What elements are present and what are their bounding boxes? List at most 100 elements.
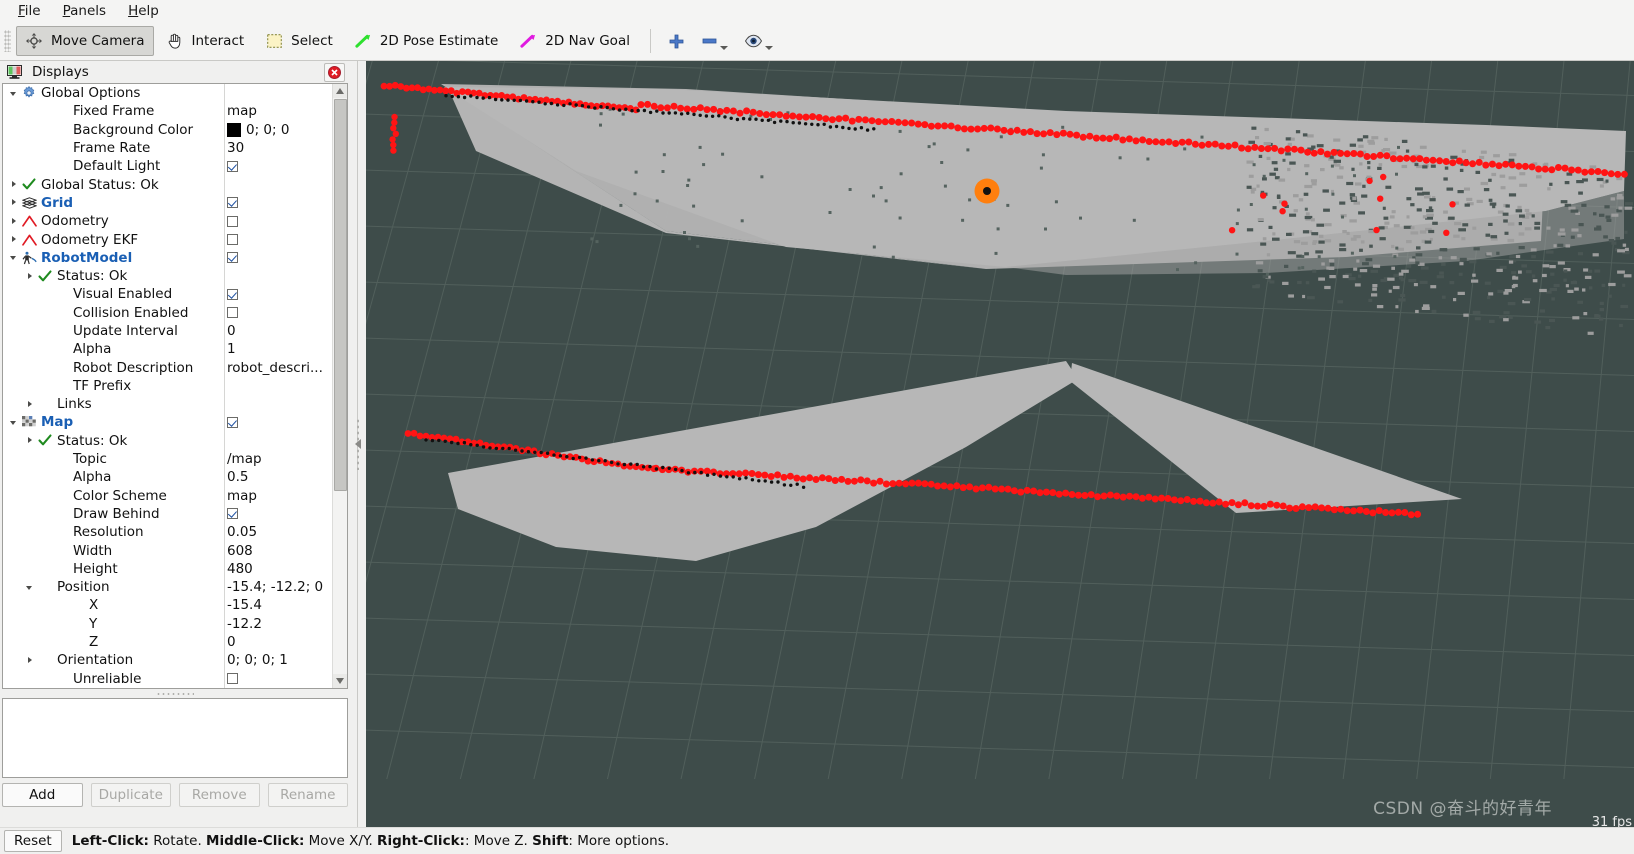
displays-tree[interactable]: Global Options Fixed Frame map Background C… (2, 83, 348, 689)
checkbox-robotmodel[interactable] (227, 252, 238, 264)
tree-row-value[interactable] (227, 197, 238, 209)
tree-row-value[interactable]: 0.5 (227, 469, 248, 485)
displays-tree-rows[interactable]: Global Options Fixed Frame map Background C… (3, 84, 333, 688)
tree-row-visual-enabled[interactable]: Visual Enabled (3, 285, 333, 303)
tree-row-alpha[interactable]: Alpha 1 (3, 340, 333, 358)
menu-item-panels[interactable]: Panels (53, 1, 116, 21)
tree-expander-open-icon[interactable] (25, 582, 36, 593)
tree-row-global-options[interactable]: Global Options (3, 84, 333, 102)
tree-row-links[interactable]: Links (3, 395, 333, 413)
displays-tree-scrollbar[interactable] (332, 84, 347, 688)
tree-row-fixed-frame[interactable]: Fixed Frame map (3, 102, 333, 120)
tree-row-orientation[interactable]: Orientation 0; 0; 0; 1 (3, 651, 333, 669)
tree-row-value[interactable]: /map (227, 451, 262, 467)
tree-expander-closed-icon[interactable] (9, 234, 20, 245)
tree-expander-closed-icon[interactable] (25, 435, 36, 446)
scrollbar-thumb[interactable] (334, 99, 347, 491)
color-swatch[interactable] (227, 122, 241, 137)
tree-row-background-color[interactable]: Background Color 0; 0; 0 (3, 121, 333, 139)
tree-expander-closed-icon[interactable] (9, 197, 20, 208)
tree-row-value[interactable]: 0 (227, 323, 236, 339)
checkbox-collision-enabled[interactable] (227, 307, 238, 319)
tool-interact[interactable]: Interact (156, 26, 254, 56)
tool-2d-nav-goal[interactable]: 2D Nav Goal (510, 26, 640, 56)
checkbox-draw-behind[interactable] (227, 508, 238, 520)
tree-row-value[interactable]: -12.2 (227, 616, 262, 632)
scroll-down-button[interactable] (333, 674, 347, 688)
tree-expander-closed-icon[interactable] (25, 399, 36, 410)
tree-row-value[interactable]: -15.4; -12.2; 0 (227, 579, 323, 595)
tree-expander-open-icon[interactable] (9, 417, 20, 428)
tree-row-topic[interactable]: Topic/map (3, 450, 333, 468)
tree-row-value[interactable] (227, 673, 238, 685)
tool-select[interactable]: Select (256, 26, 343, 56)
tree-expander-open-icon[interactable] (9, 88, 20, 99)
tree-row-value[interactable]: 608 (227, 543, 253, 559)
tree-row-value[interactable]: 0; 0; 0; 1 (227, 652, 288, 668)
tree-row-frame-rate[interactable]: Frame Rate 30 (3, 139, 333, 157)
tree-row-status-ok[interactable]: Status: Ok (3, 432, 333, 450)
tree-row-value[interactable] (227, 288, 238, 300)
tree-row-x[interactable]: X -15.4 (3, 596, 333, 614)
tree-row-color-scheme[interactable]: Color Scheme map (3, 487, 333, 505)
tree-row-value[interactable] (227, 416, 238, 428)
tree-row-z[interactable]: Z0 (3, 633, 333, 651)
tree-row-value[interactable]: 0.05 (227, 524, 257, 540)
tree-row-unreliable[interactable]: Unreliable (3, 670, 333, 688)
tool-move-camera[interactable]: Move Camera (16, 26, 155, 56)
add-tool-button[interactable] (661, 26, 692, 56)
tree-row-map[interactable]: Map (3, 413, 333, 431)
tool-visibility-button[interactable] (737, 26, 780, 56)
tree-row-position[interactable]: Position -15.4; -12.2; 0 (3, 578, 333, 596)
tree-row-value[interactable] (227, 508, 238, 520)
tree-row-value[interactable] (227, 307, 238, 319)
tree-row-draw-behind[interactable]: Draw Behind (3, 505, 333, 523)
tree-row-value[interactable]: 0 (227, 634, 236, 650)
tree-row-alpha[interactable]: Alpha 0.5 (3, 468, 333, 486)
menu-item-file[interactable]: File (8, 1, 51, 21)
add-button[interactable]: Add (2, 783, 83, 807)
tree-row-value[interactable]: 1 (227, 341, 236, 357)
checkbox-grid[interactable] (227, 197, 238, 209)
tree-row-default-light[interactable]: Default Light (3, 157, 333, 175)
tree-row-value[interactable] (227, 234, 238, 246)
checkbox-odometry[interactable] (227, 215, 238, 227)
tree-expander-closed-icon[interactable] (25, 271, 36, 282)
tree-row-value[interactable] (227, 160, 238, 172)
render-viewport-3d[interactable]: 31 fps CSDN @奋斗的好青年 (366, 61, 1634, 827)
tree-row-value[interactable]: map (227, 103, 257, 119)
tree-row-status-ok[interactable]: Status: Ok (3, 267, 333, 285)
tree-row-value[interactable]: robot_descri... (227, 360, 323, 376)
tree-expander-closed-icon[interactable] (9, 216, 20, 227)
tree-row-value[interactable]: -15.4 (227, 597, 262, 613)
tree-row-value[interactable]: 30 (227, 140, 244, 156)
tree-row-global-status-ok[interactable]: Global Status: Ok (3, 175, 333, 193)
tree-row-update-interval[interactable]: Update Interval 0 (3, 322, 333, 340)
scroll-up-button[interactable] (333, 84, 347, 98)
checkbox-default-light[interactable] (227, 160, 238, 172)
tree-row-width[interactable]: Width 608 (3, 541, 333, 559)
tree-expander-closed-icon[interactable] (25, 655, 36, 666)
tree-expander-open-icon[interactable] (9, 252, 20, 263)
tree-row-y[interactable]: Y -12.2 (3, 615, 333, 633)
tree-expander-closed-icon[interactable] (9, 179, 20, 190)
tree-row-robotmodel[interactable]: RobotModel (3, 249, 333, 267)
tool-2d-pose-estimate[interactable]: 2D Pose Estimate (345, 26, 508, 56)
remove-tool-button[interactable] (694, 26, 735, 56)
tree-row-value[interactable] (227, 252, 238, 264)
tree-row-value[interactable]: 480 (227, 561, 253, 577)
tree-row-height[interactable]: Height 480 (3, 560, 333, 578)
panel-resize-handle[interactable] (2, 689, 348, 698)
tree-row-tf-prefix[interactable]: TF Prefix (3, 377, 333, 395)
tree-row-resolution[interactable]: Resolution 0.05 (3, 523, 333, 541)
tree-row-grid[interactable]: Grid (3, 194, 333, 212)
tree-row-collision-enabled[interactable]: Collision Enabled (3, 304, 333, 322)
close-icon[interactable] (324, 62, 345, 82)
tree-row-value[interactable] (227, 215, 238, 227)
toolbar-drag-handle[interactable] (4, 30, 11, 52)
collapse-panel-icon[interactable] (355, 439, 361, 449)
tree-row-robot-description[interactable]: Robot Description robot_descri... (3, 358, 333, 376)
checkbox-unreliable[interactable] (227, 673, 238, 685)
checkbox-visual-enabled[interactable] (227, 288, 238, 300)
tree-row-value[interactable]: 0; 0; 0 (227, 122, 289, 138)
